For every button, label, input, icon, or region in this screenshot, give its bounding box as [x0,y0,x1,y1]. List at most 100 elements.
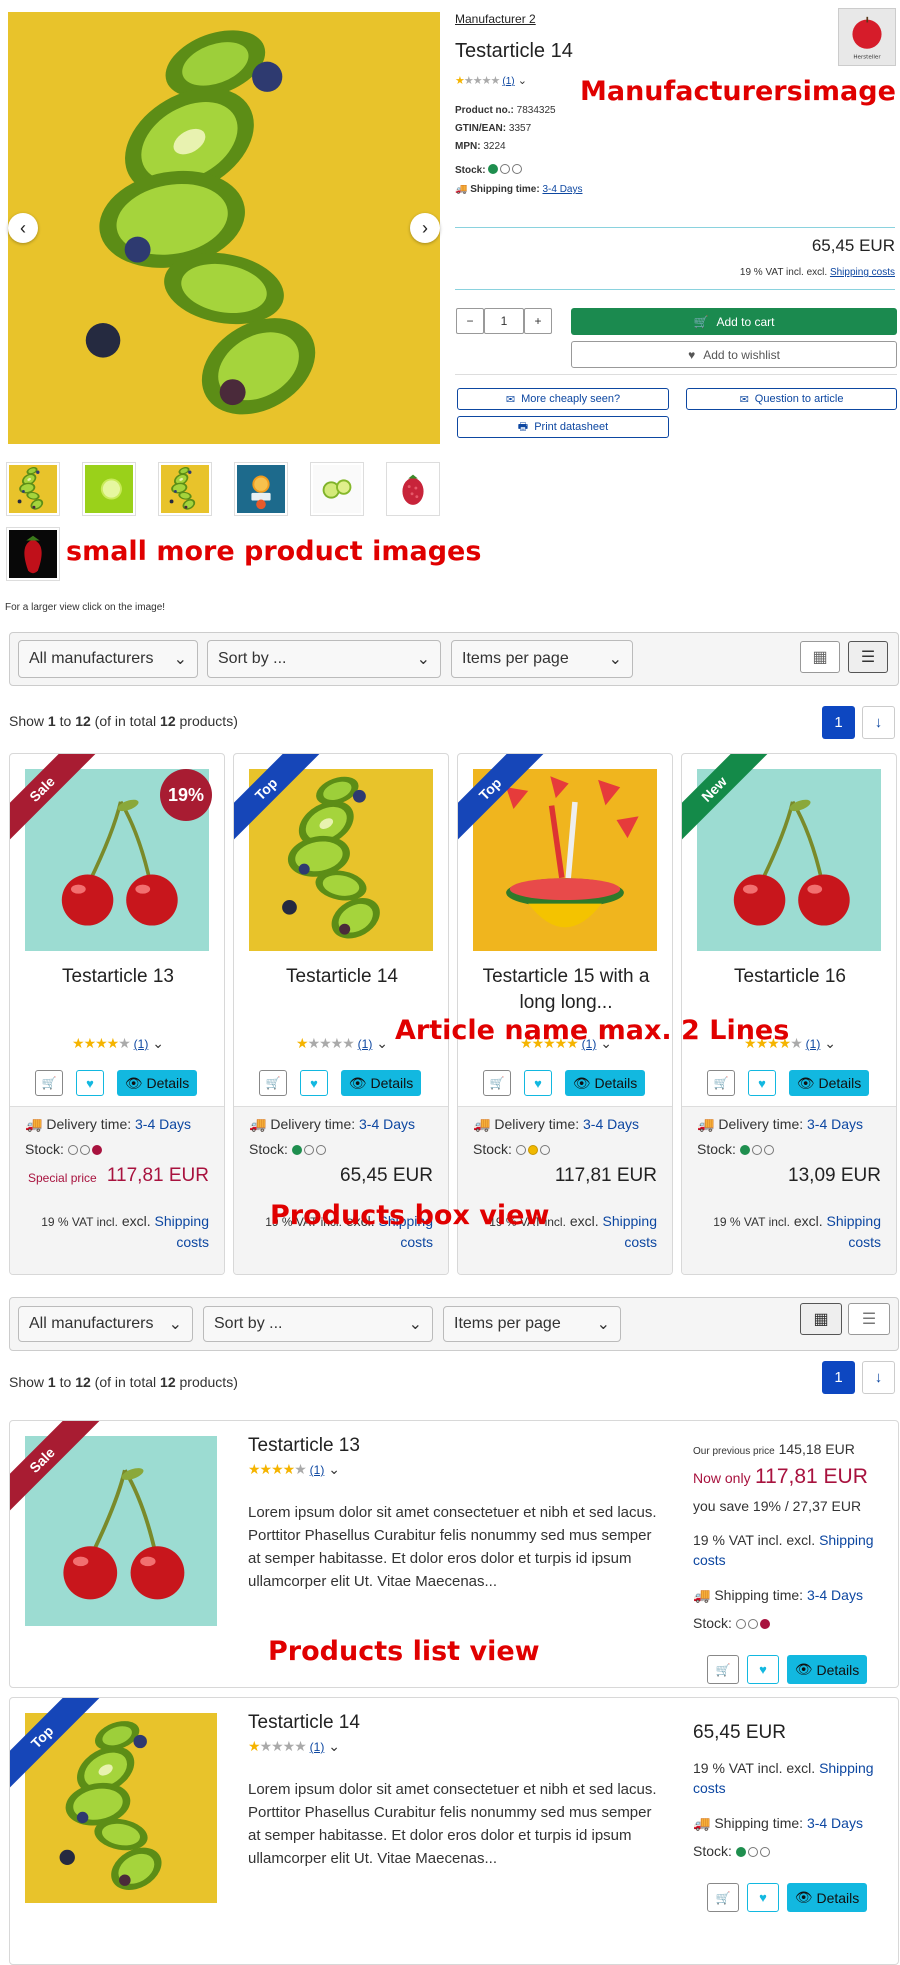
envelope-icon: ✉ [505,393,516,406]
delivery-time-link[interactable]: 3-4 Days [359,1116,415,1132]
product-name[interactable]: Testarticle 13 [18,964,218,990]
result-count: Show 1 to 12 (of in total 12 products) [9,1374,238,1390]
quantity-plus-button[interactable]: + [524,308,552,334]
shipping-costs-link[interactable]: Shipping costs [155,1213,210,1250]
details-button[interactable]: 👁 Details [341,1070,421,1096]
question-to-article-button[interactable]: ✉ Question to article [686,388,897,410]
sort-select[interactable]: Sort by ... ⌄ [203,1306,433,1342]
sort-select[interactable]: Sort by ... ⌄ [207,640,441,678]
prev-image-button[interactable]: ‹ [8,213,38,243]
manufacturer-filter-select[interactable]: All manufacturers ⌄ [18,640,198,678]
details-button[interactable]: 👁 Details [787,1655,867,1684]
truck-icon: 🚚 [455,184,468,195]
grid-view-button[interactable]: ▦ [800,641,840,673]
list-view-button[interactable]: ☰ [848,1303,890,1335]
add-to-cart-button[interactable]: 🛒 [483,1070,511,1096]
items-per-page-select[interactable]: Items per page ⌄ [443,1306,621,1342]
shipping-costs-link[interactable]: Shipping costs [830,267,895,278]
manufacturer-link[interactable]: Manufacturer 2 [455,12,536,26]
wishlist-button[interactable]: ♥ [76,1070,104,1096]
main-product-image[interactable] [8,12,440,444]
truck-icon: 🚚 [697,1116,715,1132]
shipping-label: Shipping time: [714,1815,804,1831]
thumbnail-image[interactable] [158,462,212,516]
quantity-input[interactable]: 1 [484,308,524,334]
add-to-cart-label: Add to cart [716,314,775,329]
add-to-cart-button[interactable]: 🛒 [707,1883,739,1912]
page-1-button[interactable]: 1 [822,706,855,739]
wishlist-button[interactable]: ♥ [524,1070,552,1096]
more-cheaply-seen-button[interactable]: ✉ More cheaply seen? [457,388,669,410]
divider [455,374,897,375]
shipping-costs-link[interactable]: Shipping costs [603,1213,658,1250]
grid-view-button[interactable]: ▦ [800,1303,842,1335]
thumbnail-image[interactable] [6,462,60,516]
wishlist-button[interactable]: ♥ [747,1655,779,1684]
delivery-time-link[interactable]: 3-4 Days [583,1116,639,1132]
details-button[interactable]: 👁 Details [787,1883,867,1912]
review-count-link[interactable]: (1) [502,76,514,87]
add-to-cart-button[interactable]: 🛒 [707,1655,739,1684]
product-name[interactable]: Testarticle 16 [690,964,890,990]
quantity-minus-button[interactable]: − [456,308,484,334]
truck-icon: 🚚 [473,1116,491,1132]
excl-text: excl. [793,1213,823,1229]
details-button[interactable]: 👁 Details [789,1070,869,1096]
add-to-cart-button[interactable]: 🛒 Add to cart [571,308,897,335]
add-to-wishlist-button[interactable]: ♥ Add to wishlist [571,341,897,368]
manufacturer-filter-select[interactable]: All manufacturers ⌄ [18,1306,193,1342]
product-meta: Product no.: 7834325 GTIN/EAN: 3357 MPN:… [455,102,556,156]
product-rating[interactable]: ★★★★★ (1) ⌄ [455,74,527,87]
mpn-label: MPN: [455,141,481,152]
chevron-down-icon: ⌄ [328,1461,340,1477]
items-per-page-select[interactable]: Items per page ⌄ [451,640,633,678]
product-name[interactable]: Testarticle 14 [242,964,442,990]
product-name[interactable]: Testarticle 14 [248,1712,360,1734]
details-button[interactable]: 👁 Details [117,1070,197,1096]
review-count-link[interactable]: (1) [358,1037,373,1051]
list-view-button[interactable]: ☰ [848,641,888,673]
product-box: Sale 19% Testarticle 13 ★★★★★ (1) ⌄ 🛒 ♥ 👁 D… [9,753,225,1275]
wishlist-button[interactable]: ♥ [748,1070,776,1096]
shipping-time-link[interactable]: 3-4 Days [542,184,582,195]
stock-label: Stock: [697,1141,736,1157]
review-count-link[interactable]: (1) [310,1463,325,1477]
delivery-time-link[interactable]: 3-4 Days [807,1116,863,1132]
thumbnail-image[interactable] [310,462,364,516]
next-page-button[interactable]: ↓ [862,706,895,739]
delivery-time-link[interactable]: 3-4 Days [135,1116,191,1132]
arrow-down-icon: ↓ [874,1369,883,1386]
thumbnail-image[interactable] [234,462,288,516]
add-to-cart-button[interactable]: 🛒 [35,1070,63,1096]
shipping-time-link[interactable]: 3-4 Days [807,1587,863,1603]
add-to-cart-button[interactable]: 🛒 [707,1070,735,1096]
manufacturer-logo[interactable] [838,8,896,66]
product-name[interactable]: Testarticle 13 [248,1435,360,1457]
review-count-link[interactable]: (1) [310,1740,325,1754]
larger-view-hint: For a larger view click on the image! [5,602,166,613]
wishlist-button[interactable]: ♥ [300,1070,328,1096]
thumbnail-image[interactable] [386,462,440,516]
next-page-button[interactable]: ↓ [862,1361,895,1394]
review-count-link[interactable]: (1) [134,1037,149,1051]
wishlist-button[interactable]: ♥ [747,1883,779,1912]
shipping-time-link[interactable]: 3-4 Days [807,1815,863,1831]
print-datasheet-button[interactable]: 🖶 Print datasheet [457,416,669,438]
product-rating[interactable]: ★★★★★ (1) ⌄ [10,1035,224,1052]
thumbnail-image[interactable] [6,527,60,581]
page-1-button[interactable]: 1 [822,1361,855,1394]
shipping-time: 🚚 Shipping time: 3-4 Days [455,184,582,195]
add-to-cart-button[interactable]: 🛒 [259,1070,287,1096]
vat-info: 19 % VAT incl. excl. Shipping costs [691,1211,881,1252]
shipping-costs-link[interactable]: Shipping costs [827,1213,882,1250]
shipping-time: 🚚 Shipping time: 3-4 Days [693,1587,863,1604]
product-rating[interactable]: ★★★★★ (1) ⌄ [248,1461,340,1478]
thumbnail-image[interactable] [82,462,136,516]
details-button[interactable]: 👁 Details [565,1070,645,1096]
review-count-link[interactable]: (1) [806,1037,821,1051]
stock-label: Stock: [693,1843,732,1859]
product-name[interactable]: Testarticle 15 with a long long... [466,964,666,1016]
divider [455,289,895,290]
product-rating[interactable]: ★★★★★ (1) ⌄ [248,1738,340,1755]
next-image-button[interactable]: › [410,213,440,243]
